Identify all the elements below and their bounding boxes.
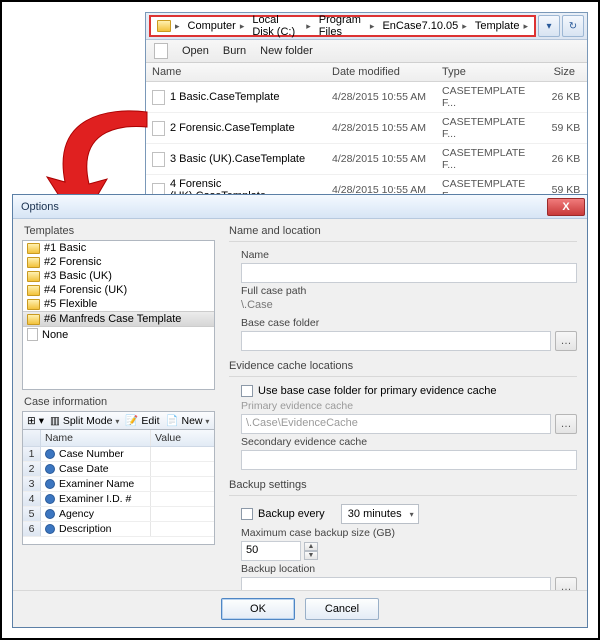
info-icon	[45, 524, 55, 534]
toolbar-expand[interactable]: ⊞ ▾	[27, 415, 44, 427]
base-case-folder-browse[interactable]: …	[555, 331, 577, 351]
backup-interval-select[interactable]: 30 minutes▾	[341, 504, 419, 524]
crumb-template[interactable]: Template	[475, 20, 520, 32]
case-info-row[interactable]: 3Examiner Name	[23, 477, 214, 492]
case-info-row[interactable]: 2Case Date	[23, 462, 214, 477]
case-info-grid[interactable]: Name Value 1Case Number2Case Date3Examin…	[22, 429, 215, 545]
template-item[interactable]: #5 Flexible	[23, 297, 214, 311]
info-icon	[45, 509, 55, 519]
refresh-button[interactable]: ↻	[562, 15, 584, 37]
backup-location-browse[interactable]: …	[555, 577, 577, 590]
backup-location-label: Backup location	[241, 563, 577, 575]
file-icon	[152, 121, 165, 136]
template-item[interactable]: None	[23, 327, 214, 342]
crumb-encase[interactable]: EnCase7.10.05	[382, 20, 458, 32]
page-icon	[27, 328, 38, 341]
document-icon	[154, 43, 168, 59]
col-type[interactable]: Type	[436, 63, 526, 81]
info-icon	[45, 494, 55, 504]
backup-location-input[interactable]	[241, 577, 551, 590]
full-case-path-label: Full case path	[241, 285, 577, 297]
dialog-title: Options	[21, 201, 59, 213]
case-info-row[interactable]: 1Case Number	[23, 447, 214, 462]
options-dialog: Options X Templates #1 Basic#2 Forensic#…	[12, 194, 588, 628]
close-button[interactable]: X	[547, 198, 585, 216]
template-item[interactable]: #2 Forensic	[23, 255, 214, 269]
address-bar: ▸ Computer▸ Local Disk (C:)▸ Program Fil…	[146, 13, 587, 40]
case-info-row[interactable]: 5Agency	[23, 507, 214, 522]
info-icon	[45, 449, 55, 459]
primary-cache-browse[interactable]: …	[555, 414, 577, 434]
templates-label: Templates	[24, 225, 215, 237]
crumb-computer[interactable]: Computer	[188, 20, 236, 32]
cancel-button[interactable]: Cancel	[305, 598, 379, 620]
primary-cache-label: Primary evidence cache	[241, 400, 577, 412]
full-case-path-value: \.Case	[241, 299, 577, 315]
titlebar: Options X	[13, 195, 587, 219]
history-dropdown[interactable]: ▾	[538, 15, 560, 37]
group-backup: Backup settings	[229, 479, 577, 491]
crumb-program-files[interactable]: Program Files	[319, 14, 366, 38]
dialog-footer: OK Cancel	[13, 590, 587, 627]
template-item[interactable]: #6 Manfreds Case Template	[23, 311, 214, 327]
folder-icon	[27, 285, 40, 296]
ok-button[interactable]: OK	[221, 598, 295, 620]
ci-col-name[interactable]: Name	[41, 430, 151, 446]
file-row[interactable]: 1 Basic.CaseTemplate4/28/2015 10:55 AMCA…	[146, 82, 587, 113]
burn-button[interactable]: Burn	[223, 45, 246, 57]
file-icon	[152, 152, 165, 167]
col-size[interactable]: Size	[526, 63, 581, 81]
secondary-cache-input[interactable]	[241, 450, 577, 470]
folder-icon	[27, 257, 40, 268]
breadcrumb[interactable]: ▸ Computer▸ Local Disk (C:)▸ Program Fil…	[149, 15, 536, 37]
case-info-row[interactable]: 4Examiner I.D. #	[23, 492, 214, 507]
file-row[interactable]: 2 Forensic.CaseTemplate4/28/2015 10:55 A…	[146, 113, 587, 144]
file-list-header: Name Date modified Type Size	[146, 63, 587, 82]
base-case-folder-label: Base case folder	[241, 317, 577, 329]
case-info-row[interactable]: 6Description	[23, 522, 214, 537]
file-row[interactable]: 3 Basic (UK).CaseTemplate4/28/2015 10:55…	[146, 144, 587, 175]
backup-every-checkbox[interactable]: Backup every 30 minutes▾	[241, 504, 577, 524]
explorer-toolbar: Open Burn New folder	[146, 40, 587, 63]
group-name-location: Name and location	[229, 225, 577, 237]
folder-icon	[27, 271, 40, 282]
new-folder-button[interactable]: New folder	[260, 45, 313, 57]
info-icon	[45, 479, 55, 489]
open-button[interactable]: Open	[182, 45, 209, 57]
ci-col-value[interactable]: Value	[151, 430, 214, 446]
template-item[interactable]: #4 Forensic (UK)	[23, 283, 214, 297]
edit-button[interactable]: 📝 Edit	[125, 414, 159, 427]
templates-tree[interactable]: #1 Basic#2 Forensic#3 Basic (UK)#4 Foren…	[22, 240, 215, 390]
col-date[interactable]: Date modified	[326, 63, 436, 81]
case-information-label: Case information	[24, 396, 215, 408]
file-icon	[152, 90, 165, 105]
col-name[interactable]: Name	[146, 63, 326, 81]
name-label: Name	[241, 249, 577, 261]
info-icon	[45, 464, 55, 474]
base-case-folder-input[interactable]	[241, 331, 551, 351]
use-base-case-folder-checkbox[interactable]: Use base case folder for primary evidenc…	[241, 385, 577, 397]
template-item[interactable]: #3 Basic (UK)	[23, 269, 214, 283]
spin-up-icon[interactable]: ▲	[304, 542, 318, 551]
folder-icon	[157, 20, 171, 32]
folder-icon	[27, 243, 40, 254]
max-backup-size-label: Maximum case backup size (GB)	[241, 527, 577, 539]
crumb-local-disk[interactable]: Local Disk (C:)	[252, 14, 302, 38]
case-info-toolbar: ⊞ ▾ ▥ Split Mode ▾ 📝 Edit 📄 New ▾	[22, 411, 215, 429]
split-mode-button[interactable]: ▥ Split Mode ▾	[50, 415, 119, 427]
name-input[interactable]	[241, 263, 577, 283]
folder-icon	[27, 299, 40, 310]
folder-icon	[27, 314, 40, 325]
new-button[interactable]: 📄 New ▾	[165, 414, 209, 427]
primary-cache-input: \.Case\EvidenceCache	[241, 414, 551, 434]
template-item[interactable]: #1 Basic	[23, 241, 214, 255]
group-evidence-cache: Evidence cache locations	[229, 360, 577, 372]
max-backup-size-stepper[interactable]: 50 ▲▼	[241, 541, 318, 561]
secondary-cache-label: Secondary evidence cache	[241, 436, 577, 448]
spin-down-icon[interactable]: ▼	[304, 551, 318, 560]
